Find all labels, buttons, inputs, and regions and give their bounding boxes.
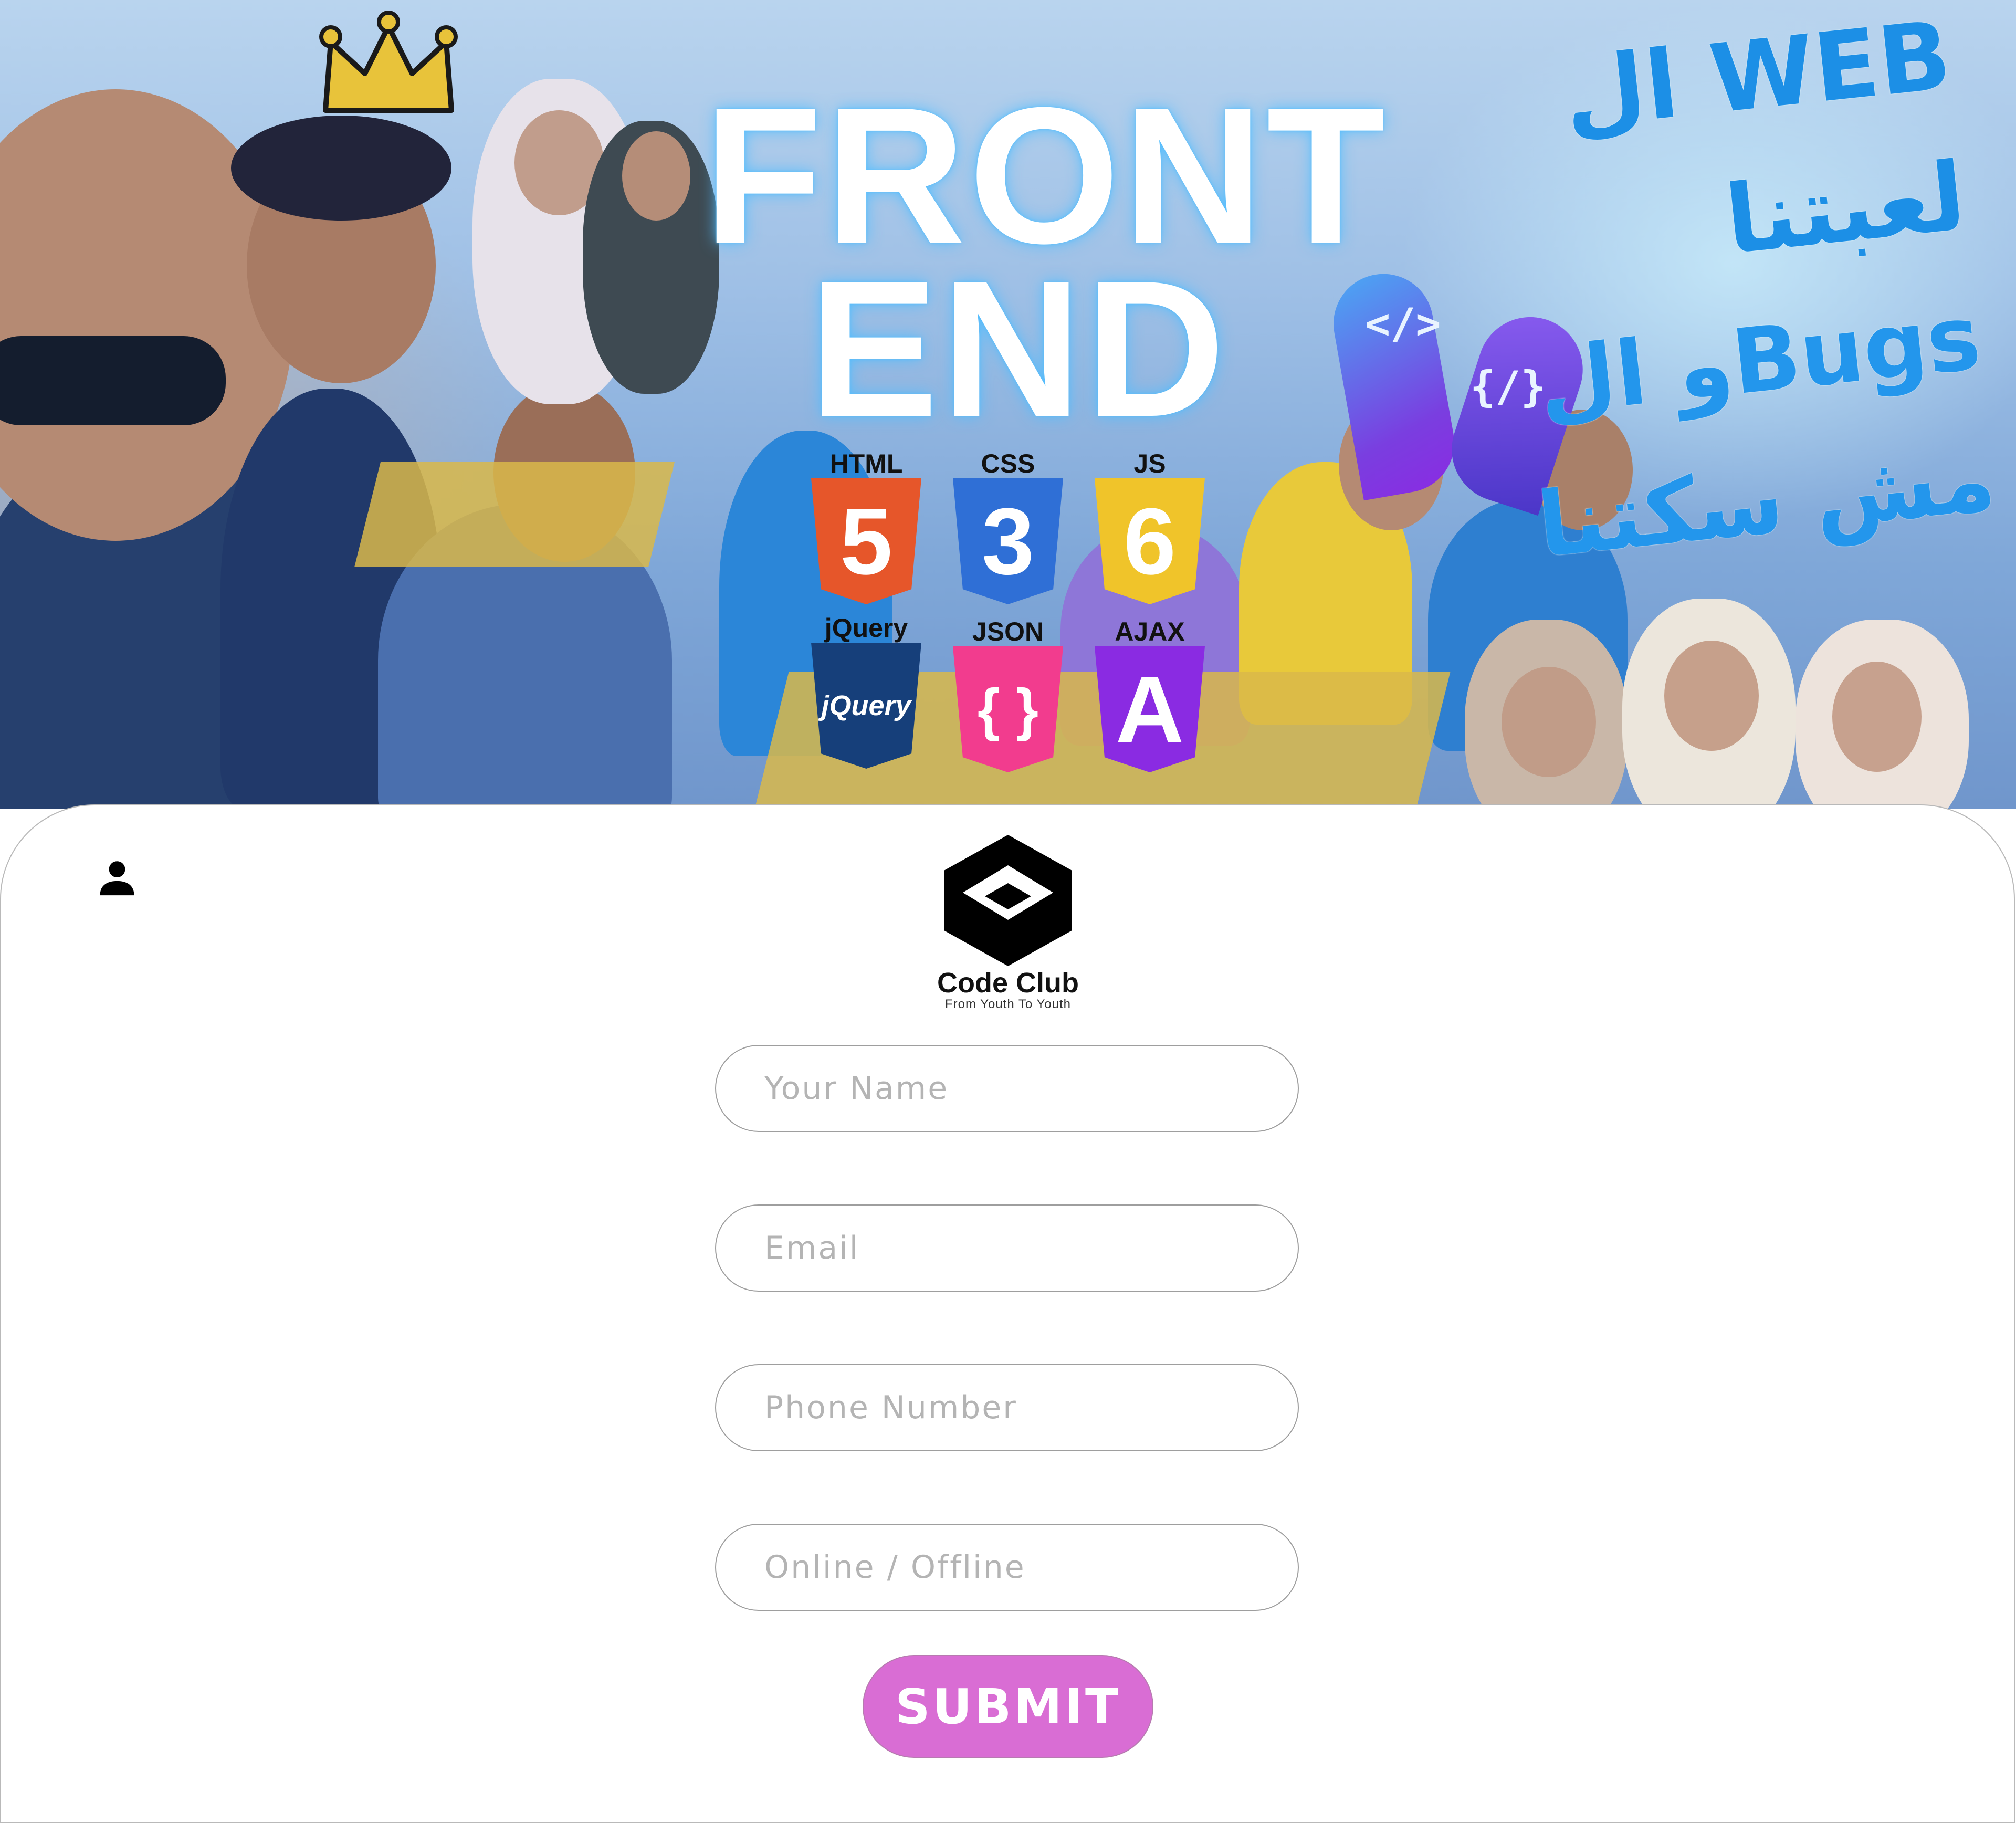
person-face [1502, 667, 1596, 777]
badge-jquery: jQuery jQuery [806, 613, 927, 769]
brand-name: Code Club [937, 967, 1079, 999]
css3-icon: 3 [953, 478, 1063, 604]
hero-title-line2: END [808, 240, 1228, 457]
hero-banner: </> {/} FRONT END ال WEB لعبتنا و الBugs… [0, 0, 2016, 809]
person-hair [231, 116, 452, 221]
brand-tagline: From Youth To Youth [944, 997, 1072, 1011]
json-icon: { } [953, 646, 1063, 772]
crown-icon [319, 11, 458, 113]
badge-label: JSON [972, 617, 1044, 646]
hero-title: FRONT END [704, 67, 1389, 457]
badge-label: jQuery [824, 613, 908, 643]
person-face [1664, 641, 1759, 751]
badge-label: AJAX [1115, 617, 1185, 646]
email-input[interactable] [715, 1204, 1299, 1292]
badge-css: CSS 3 [948, 449, 1068, 604]
sunglasses [0, 336, 226, 425]
jquery-icon: jQuery [811, 643, 921, 769]
person-face [1832, 662, 1922, 772]
badge-label: CSS [981, 449, 1035, 478]
table [354, 462, 675, 567]
submit-button[interactable]: SUBMIT [863, 1655, 1153, 1758]
arabic-slogan: ال WEB لعبتنا و الBugs مش سكتنا [1327, 0, 2002, 614]
user-icon[interactable] [96, 856, 139, 899]
person-face [622, 131, 690, 221]
badge-json: JSON { } [948, 617, 1068, 772]
html5-icon: 5 [811, 478, 921, 604]
badge-html: HTML 5 [806, 449, 927, 604]
badge-label: HTML [830, 449, 903, 478]
name-input[interactable] [715, 1045, 1299, 1132]
ajax-icon: A [1095, 646, 1205, 772]
code-club-logo-icon [944, 835, 1072, 966]
hero-title-line1: FRONT [704, 67, 1389, 284]
js-icon: 6 [1095, 478, 1205, 604]
attendance-mode-input[interactable] [715, 1524, 1299, 1611]
badge-js: JS 6 [1089, 449, 1210, 604]
badge-ajax: AJAX A [1089, 617, 1210, 772]
phone-input[interactable] [715, 1364, 1299, 1451]
badge-label: JS [1133, 449, 1166, 478]
